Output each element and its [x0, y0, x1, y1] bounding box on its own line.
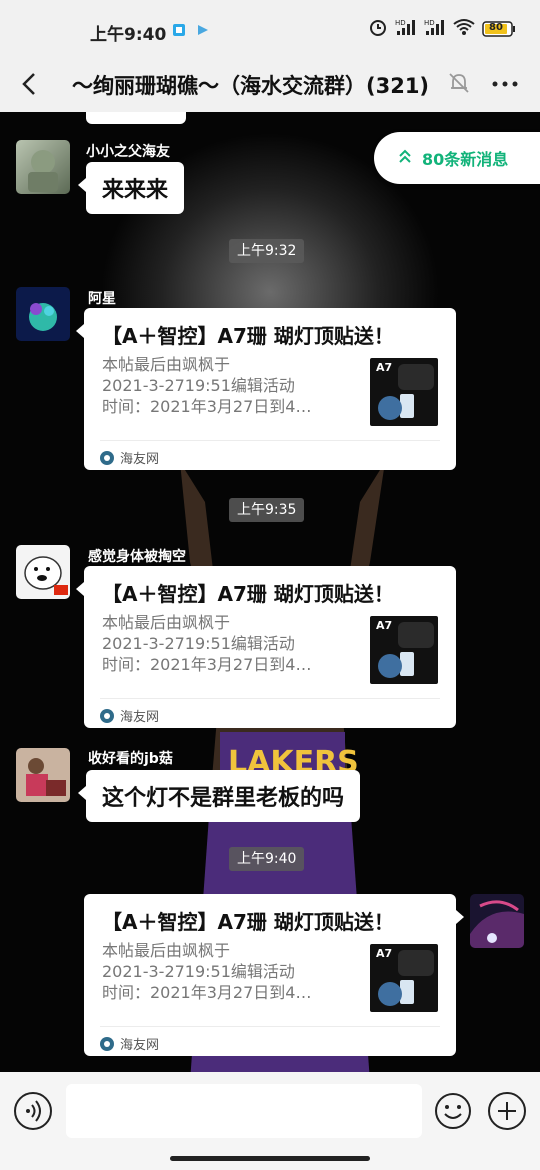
chat-header: 〜绚丽珊瑚礁〜（海水交流群）(321) — [0, 56, 540, 112]
card-desc-line: 本帖最后由飒枫于 — [102, 941, 231, 960]
source-name: 海友网 — [120, 1038, 160, 1053]
link-card[interactable]: 【A＋智控】A7珊 瑚灯顶贴送！ 本帖最后由飒枫于 2021-3-2719:51… — [84, 894, 464, 1056]
link-card[interactable]: 【A＋智控】A7珊 瑚灯顶贴送！ 本帖最后由飒枫于 2021-3-2719:51… — [76, 566, 456, 728]
card-title: 【A＋智控】A7珊 瑚灯顶贴送！ — [102, 582, 394, 606]
status-icons: HD HD 80 — [368, 18, 516, 40]
message-bubble[interactable]: 这个灯不是群里老板的吗 — [77, 770, 361, 822]
sender-name: 阿星 — [88, 291, 116, 307]
card-thumbnail: A7 — [370, 616, 438, 684]
svg-text:HD: HD — [395, 19, 406, 27]
chat-area[interactable]: LAKERS 小小之父海友 来来来 上午9:32 阿星 【A＋智控】A7珊 瑚灯… — [0, 112, 540, 1072]
app-notification-icon — [172, 22, 186, 41]
new-messages-button[interactable]: 80条新消息 — [374, 132, 540, 184]
card-desc-line: 2021-3-2719:51编辑活动 — [102, 962, 295, 981]
card-divider — [100, 440, 440, 441]
card-desc-line: 时间：2021年3月27日到4… — [102, 983, 312, 1002]
source-logo-icon — [100, 450, 114, 465]
card-desc-line: 时间：2021年3月27日到4… — [102, 655, 312, 674]
link-card[interactable]: 【A＋智控】A7珊 瑚灯顶贴送！ 本帖最后由飒枫于 2021-3-2719:51… — [76, 308, 456, 470]
emoji-icon — [434, 1093, 472, 1134]
message-bubble[interactable]: 来来来 — [77, 162, 185, 214]
battery-icon: 80 — [482, 21, 516, 37]
sender-name: 收好看的jb菇 — [88, 751, 173, 767]
source-logo-icon — [100, 1036, 114, 1051]
partial-bubble — [86, 112, 186, 124]
card-desc-line: 2021-3-2719:51编辑活动 — [102, 376, 295, 395]
message-input[interactable] — [66, 1084, 422, 1138]
card-description: 本帖最后由飒枫于 2021-3-2719:51编辑活动 时间：2021年3月27… — [102, 354, 352, 417]
timestamp: 上午9:40 — [229, 847, 305, 871]
card-desc-line: 时间：2021年3月27日到4… — [102, 397, 312, 416]
card-desc-line: 本帖最后由飒枫于 — [102, 355, 231, 374]
avatar[interactable] — [16, 287, 70, 341]
back-arrow-icon — [14, 73, 50, 108]
emoji-button[interactable] — [434, 1092, 472, 1130]
card-desc-line: 本帖最后由飒枫于 — [102, 613, 231, 632]
card-thumbnail: A7 — [370, 944, 438, 1012]
card-desc-line: 2021-3-2719:51编辑活动 — [102, 634, 295, 653]
card-source: 海友网 — [100, 448, 159, 467]
card-source: 海友网 — [100, 706, 159, 725]
more-icon — [488, 81, 522, 106]
avatar[interactable] — [16, 140, 70, 194]
status-time: 上午9:40 — [90, 25, 167, 45]
timestamp: 上午9:32 — [229, 239, 305, 263]
avatar[interactable] — [16, 748, 70, 802]
sender-name: 小小之父海友 — [86, 144, 170, 160]
app-notification-icon-2 — [196, 22, 210, 41]
plus-icon — [490, 1102, 524, 1132]
status-bar: 上午9:40 HD HD 80 — [0, 0, 540, 56]
card-source: 海友网 — [100, 1034, 159, 1053]
card-divider — [100, 1026, 440, 1027]
own-avatar[interactable] — [470, 894, 524, 948]
signal-hd-icon: HD — [395, 18, 417, 40]
card-description: 本帖最后由飒枫于 2021-3-2719:51编辑活动 时间：2021年3月27… — [102, 612, 352, 675]
mute-bell-icon — [448, 70, 470, 100]
source-logo-icon — [100, 708, 114, 723]
thumbnail-label: A7 — [376, 361, 393, 374]
card-divider — [100, 698, 440, 699]
chat-title[interactable]: 〜绚丽珊瑚礁〜（海水交流群）(321) — [72, 70, 444, 100]
alarm-icon — [368, 17, 388, 41]
sender-name: 感觉身体被掏空 — [88, 549, 186, 565]
timestamp: 上午9:35 — [229, 498, 305, 522]
source-name: 海友网 — [120, 710, 160, 725]
voice-button[interactable] — [14, 1092, 52, 1130]
signal-hd-icon-2: HD — [424, 18, 446, 40]
card-thumbnail: A7 — [370, 358, 438, 426]
card-title: 【A＋智控】A7珊 瑚灯顶贴送！ — [102, 324, 394, 348]
double-chevron-up-icon — [398, 148, 412, 168]
home-indicator[interactable] — [170, 1156, 370, 1161]
plus-button[interactable] — [488, 1092, 526, 1130]
voice-icon — [16, 1100, 50, 1132]
thumbnail-label: A7 — [376, 619, 393, 632]
svg-text:HD: HD — [424, 19, 435, 27]
card-description: 本帖最后由飒枫于 2021-3-2719:51编辑活动 时间：2021年3月27… — [102, 940, 352, 1003]
new-messages-label: 80条新消息 — [422, 150, 509, 169]
avatar[interactable] — [16, 545, 70, 599]
card-title: 【A＋智控】A7珊 瑚灯顶贴送！ — [102, 910, 394, 934]
more-button[interactable] — [488, 66, 522, 102]
thumbnail-label: A7 — [376, 947, 393, 960]
source-name: 海友网 — [120, 452, 160, 467]
wifi-icon — [453, 18, 475, 40]
back-button[interactable] — [14, 64, 50, 104]
battery-level: 80 — [489, 22, 503, 33]
